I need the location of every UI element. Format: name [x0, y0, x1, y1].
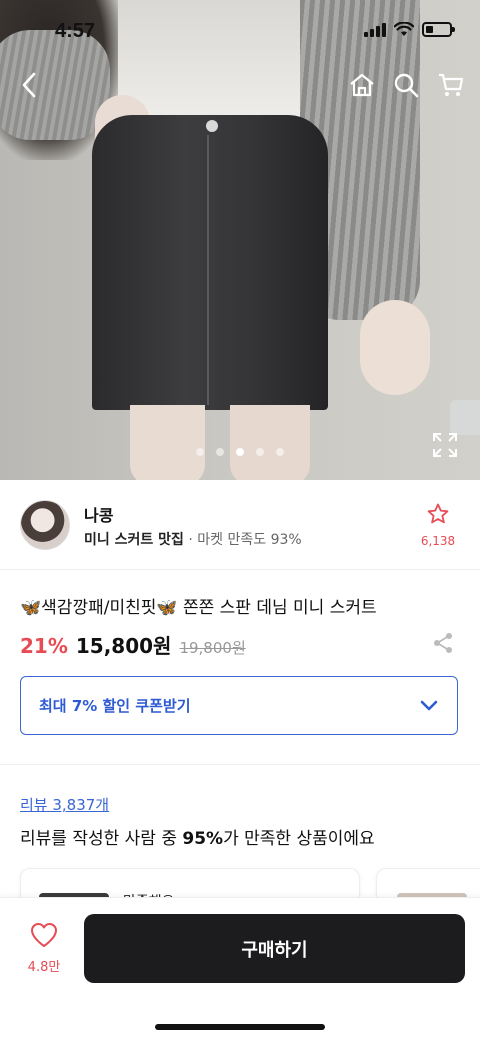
image-leg — [230, 405, 310, 480]
image-button — [206, 120, 218, 132]
original-price: 19,800원 — [179, 639, 246, 657]
search-button[interactable] — [389, 68, 423, 102]
image-shelf — [450, 400, 480, 435]
product-title: 🦋색감깡패/미친핏🦋 쫀쫀 스판 데님 미니 스커트 — [20, 598, 377, 618]
review-count-link[interactable]: 리뷰 3,837개 — [20, 794, 109, 815]
gallery-dot[interactable] — [256, 448, 264, 456]
cart-icon — [439, 73, 464, 96]
favorite-store-button[interactable]: 6,138 — [418, 502, 458, 548]
share-icon — [434, 633, 452, 653]
home-button[interactable] — [345, 68, 379, 102]
gallery-dot[interactable] — [276, 448, 284, 456]
discount-rate: 21% — [20, 634, 68, 658]
status-icons — [364, 22, 455, 37]
image-leg — [130, 405, 205, 480]
seller-avatar[interactable] — [20, 500, 70, 550]
image-skirt — [92, 115, 328, 410]
seller-subtitle: 미니 스커트 맛집 · 마켓 만족도 93% — [84, 529, 302, 549]
gallery-dot[interactable] — [216, 448, 224, 456]
bottom-action-bar: 4.8만 구매하기 — [0, 897, 480, 1039]
coupon-button[interactable]: 최대 7% 할인 쿠폰받기 — [20, 676, 458, 735]
price-row: 21% 15,800원 19,800원 — [20, 630, 246, 659]
seller-row[interactable]: 나콩 미니 스커트 맛집 · 마켓 만족도 93% 6,138 — [0, 480, 480, 570]
like-count: 4.8만 — [27, 960, 61, 975]
seller-tag: 미니 스커트 맛집 — [84, 532, 184, 548]
expand-icon — [433, 433, 457, 457]
share-button[interactable] — [432, 632, 454, 654]
review-summary-prefix: 리뷰를 작성한 사람 중 — [20, 829, 183, 849]
gallery-dot[interactable] — [196, 448, 204, 456]
coupon-label: 최대 7% 할인 쿠폰받기 — [39, 697, 191, 715]
chevron-down-icon — [420, 700, 438, 710]
star-icon — [427, 503, 449, 524]
seller-name[interactable]: 나콩 — [84, 502, 113, 526]
section-divider — [0, 764, 480, 765]
chevron-left-icon — [22, 72, 36, 98]
battery-icon — [422, 22, 455, 37]
search-icon — [394, 73, 419, 98]
review-summary-suffix: 가 만족한 상품이에요 — [223, 829, 375, 849]
status-time: 4:57 — [55, 20, 96, 42]
cellular-signal-icon — [364, 22, 386, 37]
gallery-indicator — [196, 448, 284, 456]
heart-icon — [31, 923, 57, 947]
seller-satisfaction: · 마켓 만족도 93% — [188, 532, 302, 548]
review-summary-percent: 95% — [182, 829, 224, 849]
home-indicator — [155, 1024, 325, 1030]
gallery-dot[interactable] — [236, 448, 244, 456]
home-icon — [350, 73, 374, 97]
cart-button[interactable] — [434, 68, 468, 102]
back-button[interactable] — [12, 68, 46, 102]
favorite-count: 6,138 — [420, 534, 456, 548]
review-summary: 리뷰를 작성한 사람 중 95%가 만족한 상품이에요 — [20, 824, 375, 849]
like-button[interactable]: 4.8만 — [20, 922, 68, 975]
expand-button[interactable] — [432, 432, 458, 458]
sale-price: 15,800원 — [75, 634, 172, 658]
image-hand — [360, 300, 430, 395]
wifi-icon — [394, 22, 414, 36]
buy-button[interactable]: 구매하기 — [84, 914, 465, 983]
